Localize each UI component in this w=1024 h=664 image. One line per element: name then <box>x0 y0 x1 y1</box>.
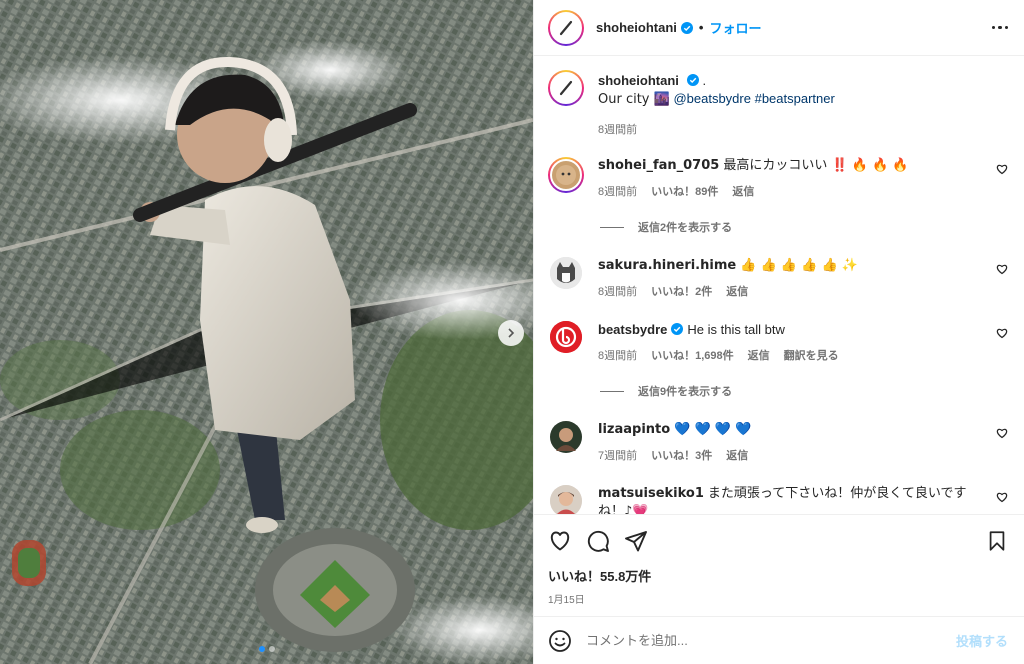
caption-time[interactable]: 8週間前 <box>598 121 637 137</box>
beats-logo-icon <box>550 321 582 353</box>
comment-likes[interactable]: いいね！89件 <box>651 183 718 199</box>
carousel-dot-active <box>258 646 265 652</box>
share-plane-icon[interactable] <box>624 529 648 553</box>
comment-time[interactable]: 8週間前 <box>598 283 637 299</box>
comment-composer: 投稿する <box>534 616 1024 664</box>
user-photo-icon <box>550 485 582 514</box>
comment-username[interactable]: matsuisekiko1 <box>598 486 704 501</box>
carousel-indicator <box>0 646 533 652</box>
save-bookmark-icon[interactable] <box>986 530 1008 552</box>
comment-text: 💙 💙 💙 💙 <box>674 422 752 437</box>
author-username[interactable]: shoheiohtani <box>596 20 677 35</box>
post-actions <box>534 514 1024 566</box>
caption-dot: . <box>702 73 707 88</box>
like-comment-icon[interactable] <box>996 491 1008 503</box>
commenter-avatar[interactable] <box>550 485 582 514</box>
bat-logo-icon <box>559 80 573 96</box>
view-replies-button[interactable]: 返信9件を表示する <box>600 383 1008 399</box>
caption: shoheiohtani . Our city 🌆 @beatsbydre #b… <box>548 70 1008 137</box>
comment-username[interactable]: lizaapinto <box>598 422 670 437</box>
like-count[interactable]: いいね！55.8万件 <box>534 566 1024 585</box>
comment-time[interactable]: 8週間前 <box>598 347 637 363</box>
dog-photo-icon <box>556 165 576 185</box>
comment-input[interactable] <box>586 633 956 648</box>
comment-bubble-icon[interactable] <box>586 529 610 553</box>
bat-logo-icon <box>559 20 573 35</box>
more-dot <box>1004 25 1008 30</box>
like-comment-icon[interactable] <box>996 263 1008 275</box>
instagram-post: shoheiohtani • フォロー shoheiohtani . Our c… <box>0 0 1024 664</box>
comment-likes[interactable]: いいね！1,698件 <box>651 347 734 363</box>
comment-item: shohei_fan_0705 最高にカッコいい ‼️ 🔥 🔥 🔥 8週間前 いい… <box>548 157 1008 199</box>
caption-username[interactable]: shoheiohtani <box>598 73 679 88</box>
verified-badge-icon <box>680 21 693 34</box>
like-comment-icon[interactable] <box>996 163 1008 175</box>
comments-list[interactable]: shoheiohtani . Our city 🌆 @beatsbydre #b… <box>534 56 1024 514</box>
comment-text: He is this tall btw <box>687 322 785 337</box>
caption-mentions[interactable]: @beatsbydre #beatspartner <box>673 91 834 106</box>
commenter-avatar[interactable] <box>550 421 582 453</box>
aerial-city-image <box>0 0 533 664</box>
follow-button[interactable]: フォロー <box>709 18 761 37</box>
commenter-avatar[interactable] <box>550 321 582 353</box>
user-photo-icon <box>550 421 582 453</box>
post-sidebar: shoheiohtani • フォロー shoheiohtani . Our c… <box>533 0 1024 664</box>
like-heart-icon[interactable] <box>548 529 572 553</box>
comment-likes[interactable]: いいね！3件 <box>651 447 712 463</box>
post-date[interactable]: 1月15日 <box>534 585 1024 606</box>
translate-button[interactable]: 翻訳を見る <box>784 347 839 363</box>
more-dot <box>991 25 995 30</box>
author-avatar[interactable] <box>548 70 584 106</box>
commenter-avatar[interactable] <box>548 157 584 193</box>
commenter-avatar[interactable] <box>550 257 582 289</box>
reply-button[interactable]: 返信 <box>726 283 748 299</box>
carousel-next-button[interactable] <box>498 320 524 346</box>
comment-item: beatsbydre He is this tall btw 8週間前 いいね！1… <box>548 321 1008 363</box>
post-comment-button[interactable]: 投稿する <box>956 631 1008 650</box>
comment-time[interactable]: 8週間前 <box>598 183 637 199</box>
comment-item: lizaapinto 💙 💙 💙 💙 7週間前 いいね！3件 返信 <box>548 421 1008 463</box>
view-replies-label: 返信2件を表示する <box>638 222 733 234</box>
header-separator: • <box>698 20 704 35</box>
comment-text: また頑張って下さいね！仲が良くて良いです <box>707 486 967 501</box>
reply-button[interactable]: 返信 <box>748 347 770 363</box>
comment-text-continued: ね！♪💗 <box>598 504 649 514</box>
comment-time[interactable]: 7週間前 <box>598 447 637 463</box>
comment-text: 最高にカッコいい ‼️ 🔥 🔥 🔥 <box>723 158 909 173</box>
reply-button[interactable]: 返信 <box>732 183 754 199</box>
comment-text: 👍 👍 👍 👍 👍 ✨ <box>740 258 858 273</box>
verified-badge-icon <box>686 74 699 86</box>
comment-item: matsuisekiko1 また頑張って下さいね！仲が良くて良いですね！♪💗 <box>548 485 1008 514</box>
more-dot <box>998 25 1002 30</box>
view-replies-button[interactable]: 返信2件を表示する <box>600 219 1008 235</box>
comment-username[interactable]: shohei_fan_0705 <box>598 158 719 173</box>
like-comment-icon[interactable] <box>996 327 1008 339</box>
view-replies-label: 返信9件を表示する <box>638 386 733 398</box>
author-avatar[interactable] <box>548 9 584 46</box>
cat-photo-icon <box>550 257 582 289</box>
post-header: shoheiohtani • フォロー <box>534 0 1024 56</box>
emoji-smiley-icon[interactable] <box>548 629 572 653</box>
post-photo[interactable] <box>0 0 533 664</box>
like-comment-icon[interactable] <box>996 427 1008 439</box>
carousel-dot <box>268 646 275 652</box>
verified-badge-icon <box>671 323 684 335</box>
comment-likes[interactable]: いいね！2件 <box>651 283 712 299</box>
comment-username[interactable]: beatsbydre <box>598 322 667 337</box>
comment-item: sakura.hineri.hime 👍 👍 👍 👍 👍 ✨ 8週間前 いいね！2… <box>548 257 1008 299</box>
more-options-button[interactable] <box>991 25 1008 30</box>
reply-button[interactable]: 返信 <box>726 447 748 463</box>
caption-text: Our city 🌆 <box>598 92 670 107</box>
comment-username[interactable]: sakura.hineri.hime <box>598 258 736 273</box>
chevron-right-icon <box>508 328 515 338</box>
